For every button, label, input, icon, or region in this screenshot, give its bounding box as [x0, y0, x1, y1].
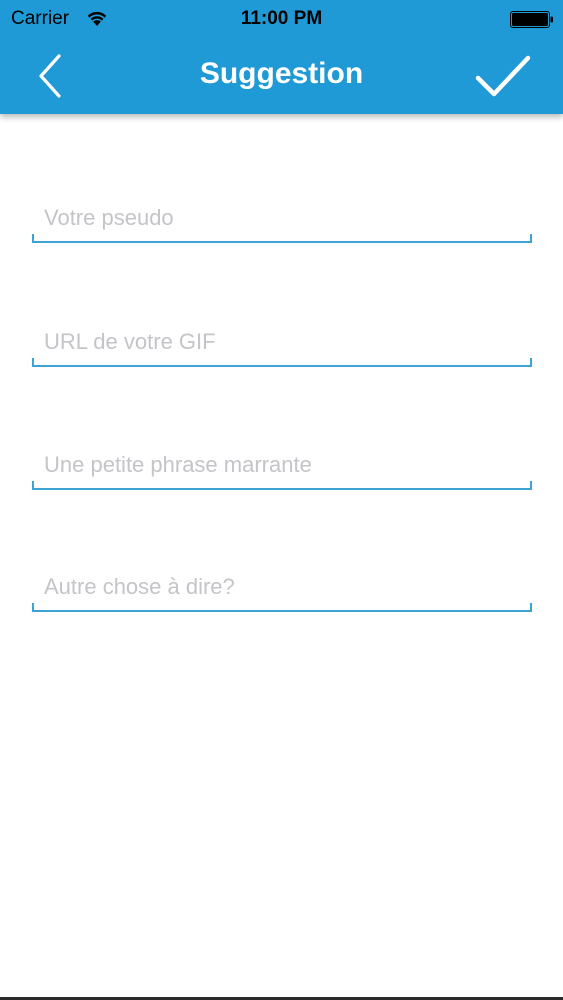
- status-time: 11:00 PM: [240, 8, 323, 29]
- confirm-button[interactable]: [470, 50, 536, 102]
- pseudo-input[interactable]: [32, 200, 530, 236]
- field-underline: [32, 358, 532, 367]
- other-comment-input[interactable]: [32, 569, 530, 605]
- other-comment-field: [32, 569, 532, 612]
- header: Carrier 11:00 PM Suggestion: [0, 0, 563, 114]
- pseudo-field: [32, 200, 532, 243]
- navigation-bar: Suggestion: [0, 40, 563, 114]
- battery-icon: [510, 11, 554, 28]
- gif-url-field: [32, 324, 532, 367]
- field-underline: [32, 603, 532, 612]
- chevron-left-icon: [26, 50, 76, 102]
- funny-phrase-field: [32, 447, 532, 490]
- gif-url-input[interactable]: [32, 324, 530, 360]
- field-underline: [32, 481, 532, 490]
- status-bar: Carrier 11:00 PM: [0, 0, 563, 40]
- back-button[interactable]: [26, 50, 76, 102]
- checkmark-icon: [470, 55, 536, 106]
- funny-phrase-input[interactable]: [32, 447, 530, 483]
- field-underline: [32, 234, 532, 243]
- suggestion-screen: Carrier 11:00 PM Suggestion Votre pseudo…: [0, 0, 563, 1000]
